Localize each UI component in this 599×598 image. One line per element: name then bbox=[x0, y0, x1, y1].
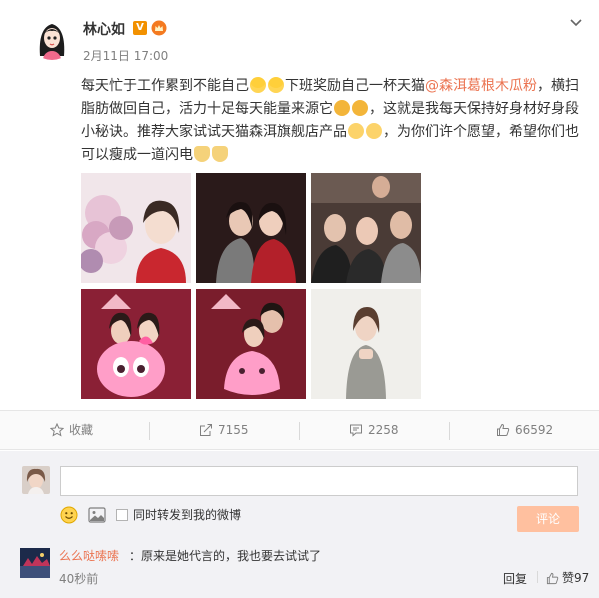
cool-emoji-icon bbox=[334, 100, 350, 116]
divider bbox=[149, 422, 150, 440]
comment-like-label: 赞 bbox=[562, 571, 575, 585]
photo-grid bbox=[81, 173, 421, 399]
photo-thumbnail[interactable] bbox=[81, 289, 191, 399]
photo-thumbnail[interactable] bbox=[196, 173, 306, 283]
mention-link[interactable]: @森洱葛根木瓜粉 bbox=[425, 78, 537, 94]
thumbs-up-icon bbox=[546, 572, 559, 585]
repost-icon bbox=[200, 424, 212, 436]
repost-checkbox[interactable] bbox=[116, 509, 128, 521]
content-text-2: 下班奖励自己一杯天猫 bbox=[285, 78, 425, 94]
post-content: 每天忙于工作累到不能自己 下班奖励自己一杯天猫@森洱葛根木瓜粉，横扫脂肪做回自己，… bbox=[81, 75, 581, 167]
username[interactable]: 林心如 bbox=[83, 19, 125, 39]
vip-crown-icon bbox=[151, 20, 167, 36]
comment-count: 2258 bbox=[368, 423, 399, 437]
content-text-1: 每天忙于工作累到不能自己 bbox=[81, 78, 249, 94]
comment-time: 40秒前 bbox=[59, 572, 99, 586]
teary-emoji-icon bbox=[366, 123, 382, 139]
comment-text: ：原来是她代言的，我也要去试试了 bbox=[129, 549, 322, 563]
star-icon bbox=[50, 423, 64, 437]
comment-input[interactable] bbox=[60, 466, 578, 496]
repost-count: 7155 bbox=[218, 423, 249, 437]
image-icon[interactable] bbox=[88, 507, 106, 523]
submit-comment-button[interactable]: 评论 bbox=[517, 506, 579, 532]
reply-button[interactable]: 回复 bbox=[503, 570, 527, 587]
weibo-post: 林心如 V 2月11日 17:00 每天忙于工作累到不能自己 下班奖励自己一杯天猫… bbox=[0, 0, 599, 410]
my-avatar[interactable] bbox=[22, 466, 50, 494]
photo-thumbnail[interactable] bbox=[311, 289, 421, 399]
repost-button[interactable]: 7155 bbox=[199, 411, 249, 449]
verified-badge-icon: V bbox=[133, 21, 147, 35]
commenter-avatar[interactable] bbox=[20, 548, 50, 578]
comment-button[interactable]: 2258 bbox=[349, 411, 399, 449]
comment-like-count: 97 bbox=[574, 571, 590, 585]
comment-icon bbox=[350, 424, 362, 437]
smiley-icon[interactable] bbox=[60, 506, 78, 524]
like-button[interactable]: 66592 bbox=[496, 411, 553, 449]
cat-emoji-icon bbox=[194, 146, 210, 162]
photo-thumbnail[interactable] bbox=[81, 173, 191, 283]
post-time[interactable]: 2月11日 17:00 bbox=[83, 47, 168, 64]
cat-emoji-icon bbox=[212, 146, 228, 162]
grin-emoji-icon bbox=[268, 77, 284, 93]
favorite-label: 收藏 bbox=[69, 423, 94, 437]
thumbs-up-icon bbox=[497, 423, 510, 436]
divider bbox=[449, 422, 450, 440]
like-count: 66592 bbox=[515, 423, 554, 437]
action-bar: 收藏 7155 2258 66592 bbox=[0, 410, 599, 450]
chevron-down-icon[interactable] bbox=[568, 14, 584, 30]
grin-emoji-icon bbox=[250, 77, 266, 93]
user-avatar[interactable] bbox=[30, 16, 74, 60]
comment-section: 同时转发到我的微博 评论 么么哒嗦嗦 ：原来是她代言的，我也要去试试了 40秒前… bbox=[0, 451, 599, 598]
commenter-name[interactable]: 么么哒嗦嗦 bbox=[59, 547, 119, 564]
cool-emoji-icon bbox=[352, 100, 368, 116]
comment-like-button[interactable]: 赞97 bbox=[546, 569, 589, 586]
teary-emoji-icon bbox=[348, 123, 364, 139]
favorite-button[interactable]: 收藏 bbox=[50, 411, 93, 449]
photo-thumbnail[interactable] bbox=[196, 289, 306, 399]
photo-thumbnail[interactable] bbox=[311, 173, 421, 283]
divider bbox=[299, 422, 300, 440]
repost-checkbox-label: 同时转发到我的微博 bbox=[133, 508, 242, 522]
divider bbox=[537, 571, 538, 583]
